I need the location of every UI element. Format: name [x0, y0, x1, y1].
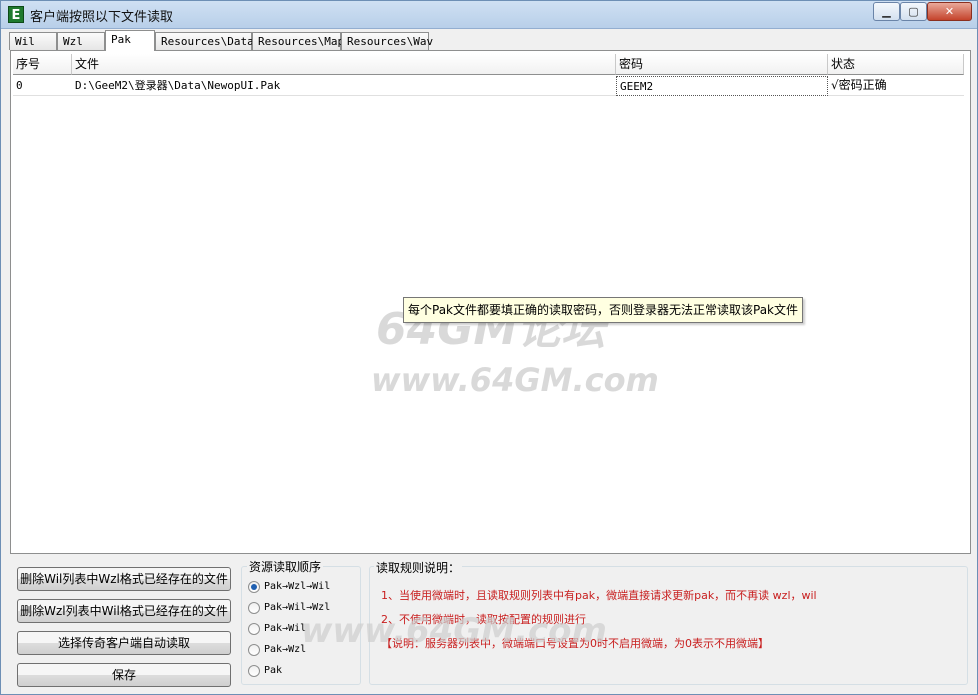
maximize-button[interactable]: ▢: [900, 2, 927, 21]
rule-item: 【说明：服务器列表中，微端端口号设置为0时不启用微端，为0表示不用微端】: [381, 637, 769, 650]
cell-password[interactable]: GEEM2: [616, 76, 828, 96]
column-header-password[interactable]: 密码: [616, 54, 828, 75]
radio-label: Pak→Wil: [264, 623, 307, 634]
save-button[interactable]: 保存: [17, 663, 231, 687]
app-icon: E: [8, 6, 24, 23]
radio-selected-icon[interactable]: [248, 581, 260, 593]
minimize-button[interactable]: ▁: [873, 2, 900, 21]
rule-item: 1、当使用微端时，且读取规则列表中有pak，微端直接请求更新pak，而不再读 w…: [381, 589, 817, 602]
radio-icon[interactable]: [248, 623, 260, 635]
column-header-index[interactable]: 序号: [13, 54, 72, 75]
cell-status[interactable]: √密码正确: [828, 76, 964, 96]
window-title: 客户端按照以下文件读取: [30, 10, 174, 25]
tab-strip: Wil Wzl Pak Resources\Data Resources\Map…: [9, 30, 971, 51]
password-tooltip: 每个Pak文件都要填正确的读取密码，否则登录器无法正常读取该Pak文件: [403, 297, 804, 323]
table-row[interactable]: 0 D:\GeeM2\登录器\Data\NewopUI.Pak GEEM2 √密…: [13, 76, 965, 96]
delete-wil-duplicates-button[interactable]: 删除Wil列表中Wzl格式已经存在的文件: [17, 567, 231, 591]
table-header: 序号 文件 密码 状态: [13, 54, 965, 75]
cell-file[interactable]: D:\GeeM2\登录器\Data\NewopUI.Pak: [72, 76, 616, 96]
rule-item: 2、不使用微端时，读取按配置的规则进行: [381, 613, 586, 626]
radio-icon[interactable]: [248, 602, 260, 614]
radio-icon[interactable]: [248, 665, 260, 677]
title-bar[interactable]: E 客户端按照以下文件读取 ▁ ▢ ✕: [1, 1, 977, 29]
radio-icon[interactable]: [248, 644, 260, 656]
radio-label: Pak: [264, 665, 283, 676]
tab-resources-map[interactable]: Resources\Map: [252, 32, 344, 50]
tab-resources-wav[interactable]: Resources\Wav: [341, 32, 433, 50]
tab-wzl[interactable]: Wzl: [57, 32, 105, 50]
close-button[interactable]: ✕: [927, 2, 972, 21]
radio-label: Pak→Wzl→Wil: [264, 581, 331, 592]
cell-index[interactable]: 0: [13, 76, 72, 96]
tab-wil[interactable]: Wil: [9, 32, 57, 50]
read-order-title: 资源读取顺序: [247, 558, 324, 575]
column-header-status[interactable]: 状态: [828, 54, 964, 75]
auto-read-client-button[interactable]: 选择传奇客户端自动读取: [17, 631, 231, 655]
read-rules-title: 读取规则说明：: [374, 559, 463, 576]
tab-resources-data[interactable]: Resources\Data: [155, 32, 254, 50]
main-window: E 客户端按照以下文件读取 ▁ ▢ ✕ Wil Wzl Pak Resource…: [0, 0, 978, 695]
delete-wzl-duplicates-button[interactable]: 删除Wzl列表中Wil格式已经存在的文件: [17, 599, 231, 623]
radio-label: Pak→Wzl: [264, 644, 307, 655]
radio-label: Pak→Wil→Wzl: [264, 602, 331, 613]
bottom-controls: 删除Wil列表中Wzl格式已经存在的文件 删除Wzl列表中Wil格式已经存在的文…: [10, 557, 971, 690]
tab-pak[interactable]: Pak: [105, 30, 155, 51]
column-header-file[interactable]: 文件: [72, 54, 616, 75]
